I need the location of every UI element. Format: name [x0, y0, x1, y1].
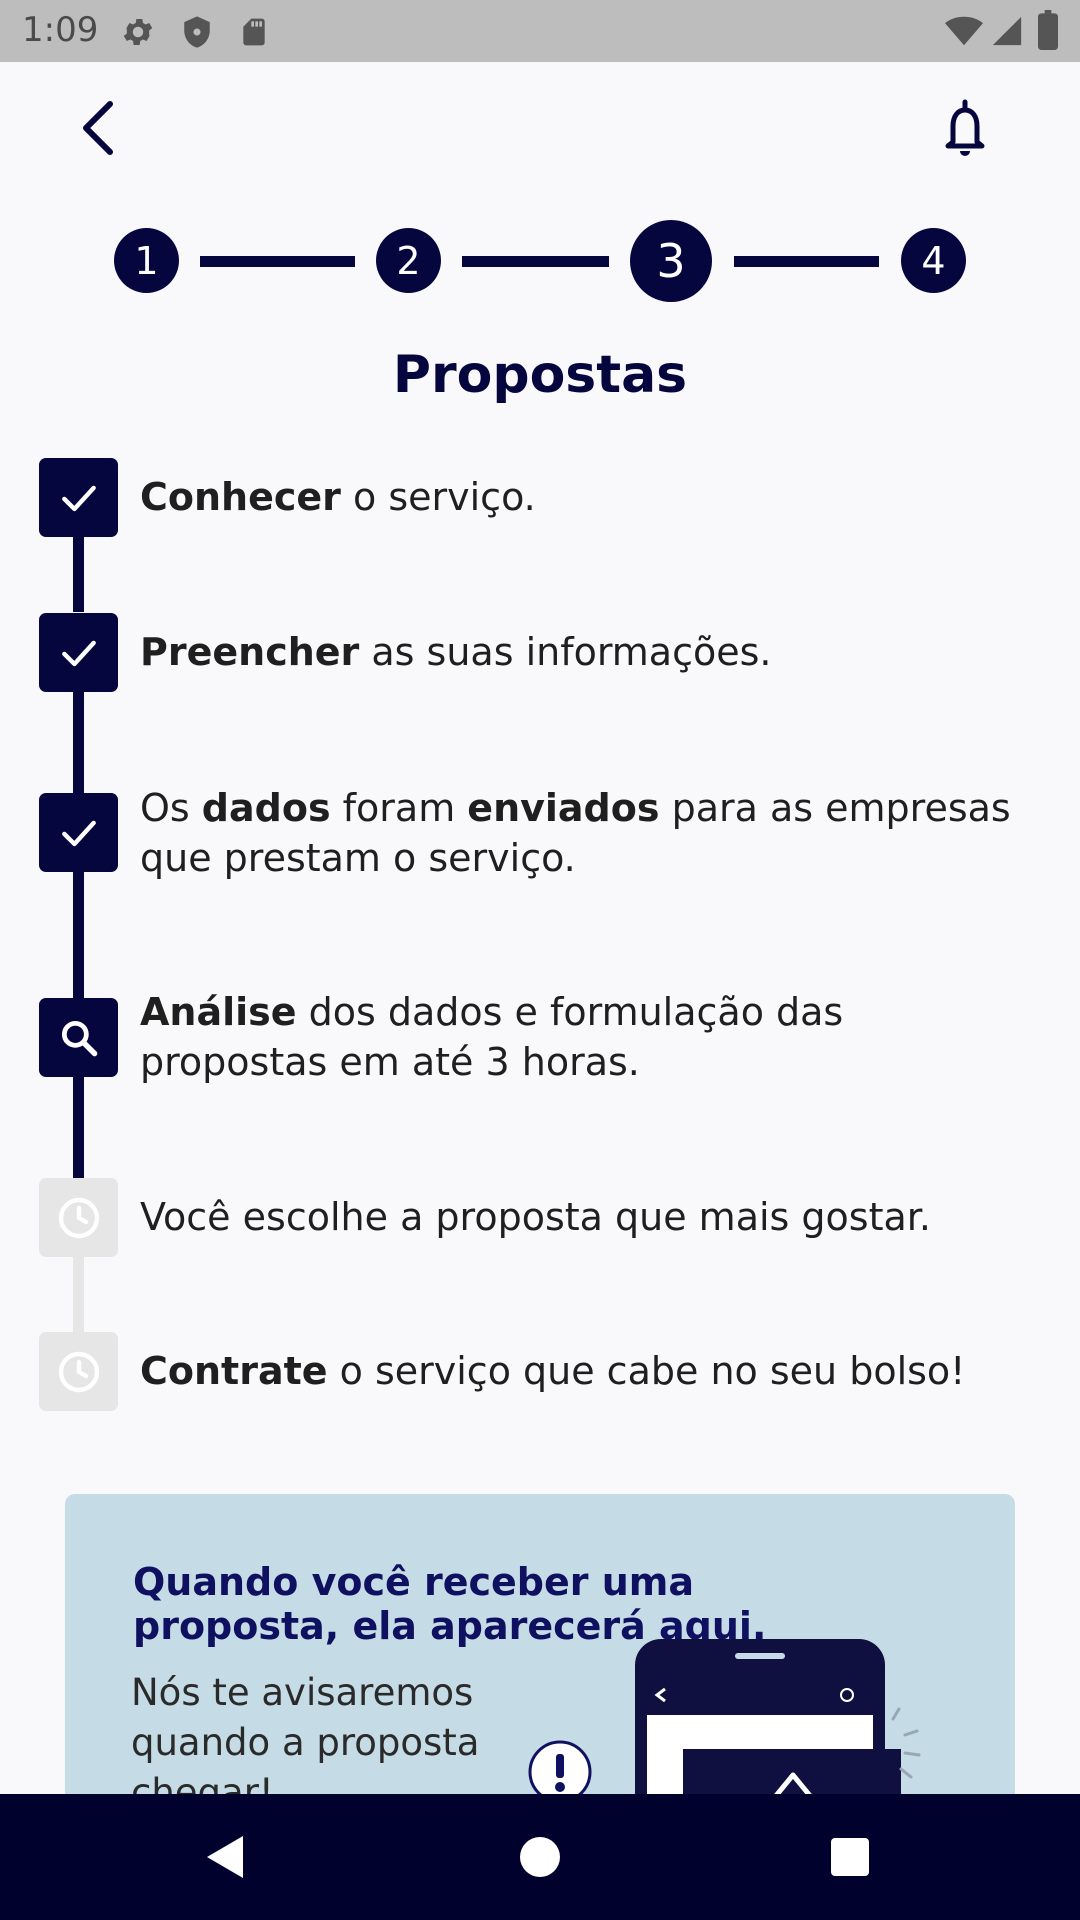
back-button[interactable]	[70, 92, 130, 162]
step-connector	[200, 256, 355, 267]
nav-back-triangle-icon	[207, 1836, 243, 1878]
check-icon	[61, 820, 96, 846]
timeline-status-done	[39, 793, 118, 872]
timeline-text: Os dados foram enviados para as empresas…	[140, 786, 1011, 880]
timeline-connector	[73, 1076, 84, 1178]
timeline-text: Conhecer o serviço.	[140, 475, 536, 519]
timeline-status-done	[39, 613, 118, 692]
timeline-text: Você escolhe a proposta que mais gostar.	[140, 1195, 931, 1239]
clock-icon	[58, 1351, 99, 1392]
timeline-text: Contrate o serviço que cabe no seu bolso…	[140, 1349, 966, 1393]
nav-home-button[interactable]	[460, 1794, 620, 1920]
timeline-status-pending	[39, 1332, 118, 1411]
timeline-connector	[73, 1256, 84, 1332]
wifi-icon	[945, 16, 983, 46]
step-3-current: 3	[630, 220, 712, 302]
notifications-button[interactable]	[935, 92, 995, 162]
card-heading: Quando você receber uma proposta, ela ap…	[133, 1560, 767, 1648]
timeline-status-done	[39, 458, 118, 537]
system-navigation-bar	[0, 1794, 1080, 1920]
battery-icon	[1038, 10, 1058, 50]
timeline-connector	[73, 871, 84, 999]
nav-recents-button[interactable]	[770, 1794, 930, 1920]
timeline-connector	[73, 536, 84, 612]
bell-icon	[945, 99, 985, 156]
step-4: 4	[901, 228, 966, 293]
search-icon	[61, 1020, 97, 1056]
status-bar: 1:09	[0, 0, 1080, 62]
timeline-text: Preencher as suas informações.	[140, 630, 772, 674]
step-connector	[462, 256, 609, 267]
timeline-text: Análise dos dados e formulação das propos…	[140, 990, 844, 1084]
timeline-connector	[73, 691, 84, 793]
step-connector	[734, 256, 879, 267]
nav-home-circle-icon	[520, 1837, 560, 1877]
chevron-left-icon	[83, 101, 113, 155]
timeline-status-current	[39, 998, 118, 1077]
page-title: Propostas	[392, 345, 688, 405]
check-icon	[61, 485, 96, 511]
nav-back-button[interactable]	[145, 1794, 305, 1920]
clock-icon	[58, 1197, 99, 1238]
check-icon	[61, 640, 96, 666]
timeline-status-pending	[39, 1178, 118, 1257]
shield-icon	[184, 16, 210, 48]
step-2: 2	[376, 228, 441, 293]
step-1: 1	[114, 228, 179, 293]
signal-icon	[992, 16, 1022, 46]
sd-card-icon	[243, 18, 265, 46]
settings-icon	[123, 18, 153, 46]
status-time: 1:09	[22, 10, 99, 50]
nav-recents-square-icon	[831, 1838, 869, 1876]
